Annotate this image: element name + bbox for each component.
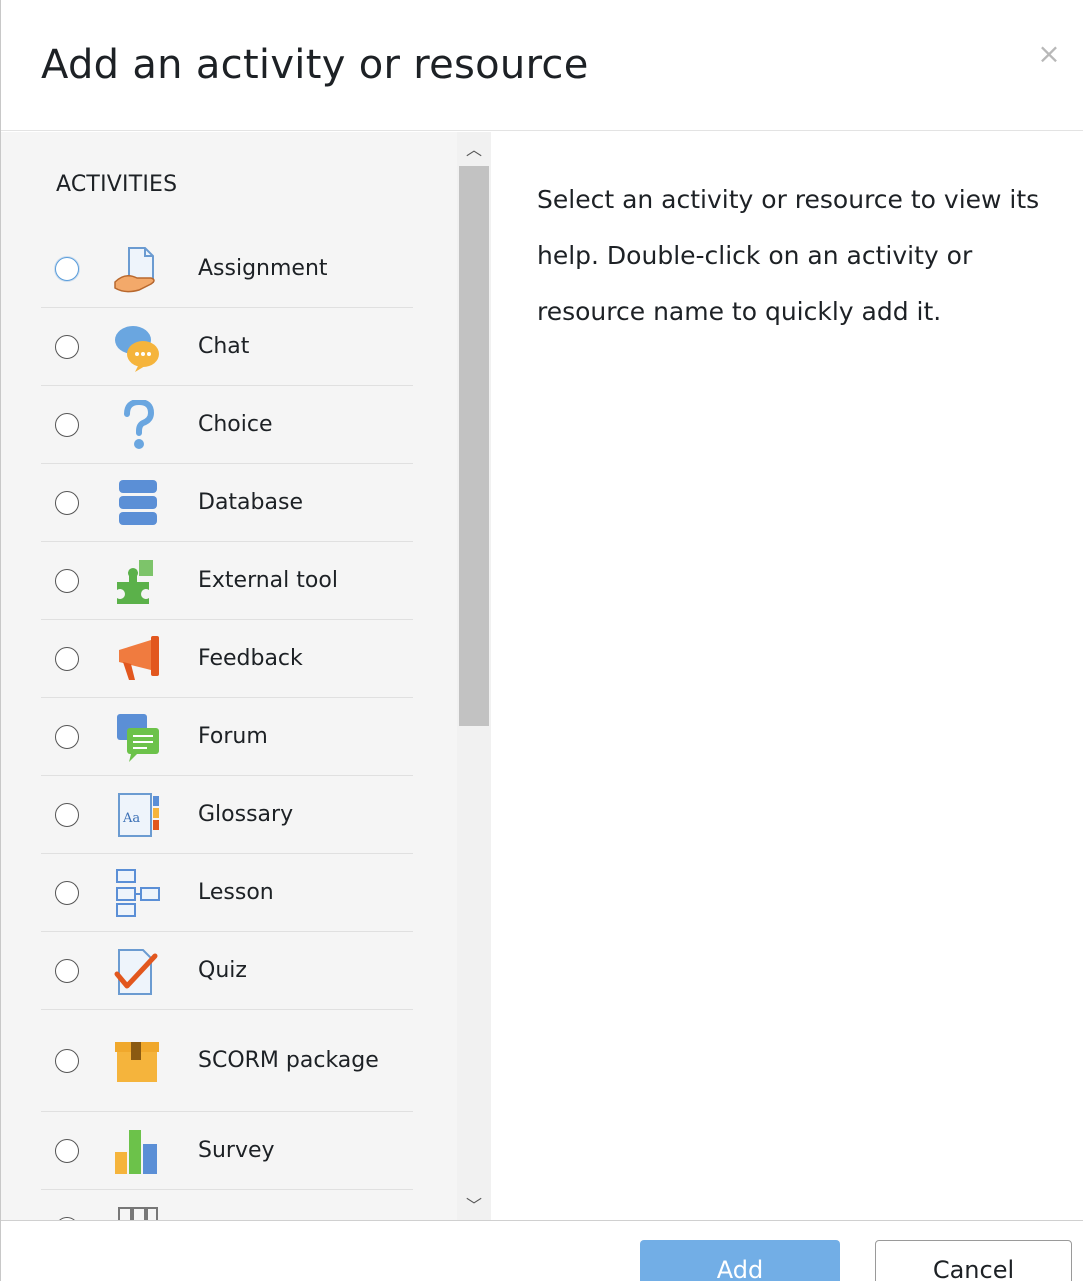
quiz-icon (111, 946, 163, 996)
option-label: Choice (198, 411, 273, 437)
section-heading-activities: ACTIVITIES (56, 172, 178, 197)
dialog-title: Add an activity or resource (41, 42, 589, 88)
help-text: Select an activity or resource to view i… (537, 185, 1040, 326)
radio-forum[interactable] (55, 724, 79, 749)
scorm-package-icon (111, 1036, 163, 1086)
option-scorm-package[interactable]: SCORM package (41, 1010, 413, 1112)
option-label: External tool (198, 567, 338, 593)
option-label: Lesson (198, 879, 274, 905)
option-label: Glossary (198, 801, 294, 827)
activity-chooser-list[interactable]: ACTIVITIES Assignment Chat Choice Databa… (1, 132, 491, 1220)
survey-icon (111, 1126, 163, 1176)
scroll-thumb[interactable] (459, 166, 489, 726)
option-label: Survey (198, 1137, 275, 1163)
chat-icon (111, 322, 163, 372)
lesson-icon (111, 868, 163, 918)
radio-database[interactable] (55, 490, 79, 515)
option-label: SCORM package (198, 1047, 379, 1073)
dialog-footer: Add Cancel (1, 1220, 1083, 1281)
add-activity-dialog: Add an activity or resource × ACTIVITIES… (0, 0, 1083, 1281)
radio-lesson[interactable] (55, 880, 79, 905)
option-glossary[interactable]: Aa Glossary (41, 776, 413, 854)
option-external-tool[interactable]: External tool (41, 542, 413, 620)
option-label: Assignment (198, 255, 328, 281)
external-tool-icon (111, 556, 163, 606)
radio-survey[interactable] (55, 1138, 79, 1163)
svg-text:Aa: Aa (122, 811, 140, 826)
scroll-up-arrow-icon[interactable]: ︿ (457, 138, 491, 162)
option-choice[interactable]: Choice (41, 386, 413, 464)
activity-options: Assignment Chat Choice Database External… (41, 230, 413, 1220)
add-button[interactable]: Add (640, 1240, 840, 1281)
option-survey[interactable]: Survey (41, 1112, 413, 1190)
option-label: Database (198, 489, 303, 515)
feedback-icon (111, 634, 163, 684)
radio-feedback[interactable] (55, 646, 79, 671)
forum-icon (111, 712, 163, 762)
radio-external-tool[interactable] (55, 568, 79, 593)
database-icon (111, 478, 163, 528)
wiki-icon (111, 1204, 163, 1220)
radio-chat[interactable] (55, 334, 79, 359)
option-lesson[interactable]: Lesson (41, 854, 413, 932)
option-quiz[interactable]: Quiz (41, 932, 413, 1010)
option-label: Quiz (198, 957, 247, 983)
cancel-button[interactable]: Cancel (875, 1240, 1072, 1281)
glossary-icon: Aa (111, 790, 163, 840)
radio-choice[interactable] (55, 412, 79, 437)
option-label: Chat (198, 333, 250, 359)
dialog-header: Add an activity or resource × (1, 0, 1083, 131)
close-icon[interactable]: × (1033, 36, 1065, 72)
radio-assignment[interactable] (55, 256, 79, 281)
option-forum[interactable]: Forum (41, 698, 413, 776)
option-database[interactable]: Database (41, 464, 413, 542)
option-wiki[interactable] (41, 1190, 413, 1220)
radio-glossary[interactable] (55, 802, 79, 827)
option-feedback[interactable]: Feedback (41, 620, 413, 698)
option-chat[interactable]: Chat (41, 308, 413, 386)
option-label: Feedback (198, 645, 303, 671)
option-assignment[interactable]: Assignment (41, 230, 413, 308)
radio-scorm-package[interactable] (55, 1048, 79, 1073)
radio-quiz[interactable] (55, 958, 79, 983)
choice-icon (111, 398, 163, 450)
scroll-down-arrow-icon[interactable]: ﹀ (457, 1194, 491, 1218)
option-label: Forum (198, 723, 268, 749)
assignment-icon (111, 244, 163, 294)
list-scrollbar[interactable]: ︿ ﹀ (457, 132, 491, 1220)
